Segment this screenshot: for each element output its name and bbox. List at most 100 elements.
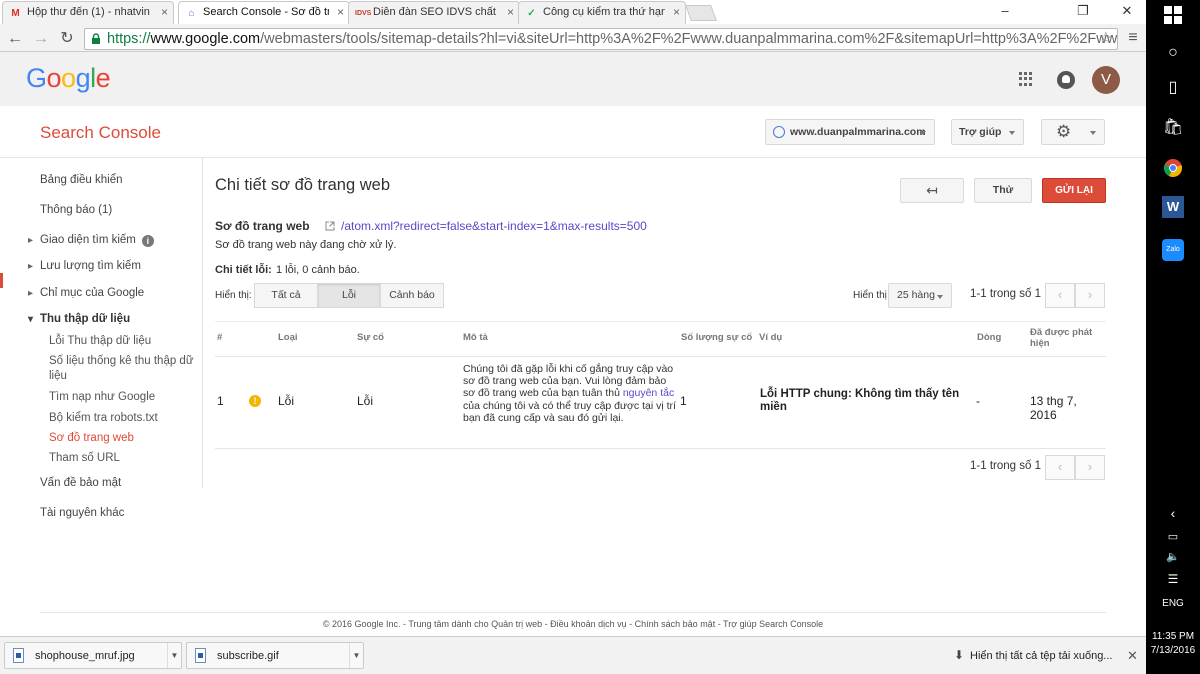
sidebar-item-search-traffic[interactable]: Lưu lượng tìm kiếm: [28, 259, 141, 274]
prev-page-button-bottom[interactable]: ‹: [1045, 455, 1075, 480]
sidebar-item-sitemaps[interactable]: Sơ đồ trang web: [49, 431, 197, 446]
action-center-icon[interactable]: ☰: [1160, 566, 1186, 592]
row-count: 1: [680, 394, 687, 408]
site-selector[interactable]: www.duanpalmmarina.com: [765, 119, 935, 145]
chevron-down-icon[interactable]: ▼: [167, 643, 181, 668]
sidebar-item-dashboard[interactable]: Bảng điều khiển: [40, 173, 122, 188]
zalo-icon[interactable]: Zalo: [1162, 239, 1184, 261]
sidebar-item-messages[interactable]: Thông báo (1): [40, 203, 112, 218]
table-row[interactable]: 1 ! Lỗi Lỗi Chúng tôi đã gặp lỗi khi cố …: [215, 357, 1106, 449]
sidebar-item-crawl[interactable]: Thu thập dữ liệu: [28, 312, 130, 327]
sitemap-url-link[interactable]: /atom.xml?redirect=false&start-index=1&m…: [341, 219, 647, 233]
resubmit-button[interactable]: GỬI LẠI: [1042, 178, 1106, 203]
word-icon[interactable]: W: [1162, 196, 1184, 218]
avatar[interactable]: V: [1092, 66, 1120, 94]
download-arrow-icon: ⬇: [954, 648, 965, 662]
filter-all-button[interactable]: Tất cả: [254, 283, 318, 308]
store-icon[interactable]: 🛍: [1160, 115, 1186, 141]
tab-search-console[interactable]: ⌂ Search Console - Sơ đồ tr ×: [178, 1, 350, 24]
filter-warnings-button[interactable]: Cảnh báo: [380, 283, 444, 308]
settings-dropdown[interactable]: ⚙: [1041, 119, 1105, 145]
rows-per-page-select[interactable]: 25 hàng: [888, 283, 952, 308]
restore-icon[interactable]: ❐: [1068, 2, 1098, 20]
minimize-icon[interactable]: –: [990, 2, 1020, 20]
sidebar-item-search-appearance[interactable]: Giao diện tìm kiếmi: [28, 233, 154, 248]
info-icon[interactable]: i: [141, 235, 154, 247]
close-tab-icon[interactable]: ×: [507, 5, 514, 19]
sidebar-item-security[interactable]: Vấn đề bảo mật: [40, 476, 121, 491]
external-link-icon[interactable]: [325, 221, 335, 231]
clock-time[interactable]: 11:35 PM: [1146, 631, 1200, 642]
show-all-downloads-link[interactable]: Hiển thị tất cả tệp tải xuống...: [970, 650, 1112, 662]
back-arrow-icon[interactable]: ←: [4, 29, 26, 49]
row-line: -: [976, 394, 980, 408]
back-button[interactable]: ↤: [900, 178, 964, 203]
help-dropdown[interactable]: Trợ giúp: [951, 119, 1024, 145]
download-item[interactable]: shophouse_mruf.jpg ▼: [4, 642, 182, 669]
row-issue: Lỗi: [357, 394, 374, 408]
filter-errors-button[interactable]: Lỗi: [317, 283, 381, 308]
tab-idvs[interactable]: IDVS Diễn đàn SEO IDVS chất l ×: [348, 1, 520, 24]
address-bar[interactable]: https://www.google.com/webmasters/tools/…: [84, 28, 1118, 50]
chrome-icon[interactable]: [1160, 155, 1186, 181]
sidebar-item-url-parameters[interactable]: Tham số URL: [49, 451, 197, 466]
sidebar-item-other-resources[interactable]: Tài nguyên khác: [40, 506, 124, 521]
chevron-down-icon: [937, 295, 943, 299]
test-button[interactable]: Thử: [974, 178, 1032, 203]
image-file-icon: [195, 648, 206, 663]
close-tab-icon[interactable]: ×: [161, 5, 168, 19]
lock-icon: [92, 33, 100, 44]
chevron-left-icon: ‹: [1057, 287, 1063, 302]
chevron-left-icon[interactable]: ‹: [1160, 500, 1186, 526]
forward-arrow-icon[interactable]: →: [30, 29, 52, 49]
sidebar-item-crawl-errors[interactable]: Lỗi Thu thập dữ liệu: [49, 334, 197, 349]
guidelines-link[interactable]: nguyên tắc: [623, 387, 674, 399]
column-header: Mô tả: [463, 332, 488, 343]
column-header[interactable]: Đã được phát hiện: [1030, 327, 1110, 349]
browser-menu-icon[interactable]: ≡: [1124, 29, 1142, 49]
task-view-icon[interactable]: ▯: [1160, 75, 1186, 101]
column-header[interactable]: Sự cố: [357, 332, 384, 343]
close-tab-icon[interactable]: ×: [337, 5, 344, 19]
tab-gmail[interactable]: M Hộp thư đến (1) - nhatvin ×: [2, 1, 174, 24]
table-header: # Loại Sự cố Mô tả Số lượng sự cố Ví dụ …: [215, 321, 1106, 357]
bookmark-star-icon[interactable]: ☆: [1099, 29, 1113, 49]
chevron-left-icon: ‹: [1057, 459, 1063, 474]
language-indicator[interactable]: ENG: [1146, 598, 1200, 609]
cortana-icon[interactable]: ○: [1160, 40, 1186, 66]
image-file-icon: [13, 648, 24, 663]
close-window-icon[interactable]: ✕: [1112, 2, 1142, 20]
google-logo[interactable]: Google: [26, 63, 111, 94]
new-tab-button[interactable]: [685, 5, 717, 21]
notifications-bell-icon[interactable]: [1057, 71, 1075, 89]
chevron-down-icon: [920, 131, 926, 135]
next-page-button[interactable]: ›: [1075, 283, 1105, 308]
tab-strip: M Hộp thư đến (1) - nhatvin × ⌂ Search C…: [0, 0, 1146, 24]
chevron-down-icon: [1009, 131, 1015, 135]
chevron-down-icon[interactable]: ▼: [349, 643, 363, 668]
prev-page-button[interactable]: ‹: [1045, 283, 1075, 308]
column-header[interactable]: #: [217, 332, 222, 343]
column-header[interactable]: Số lượng sự cố: [681, 332, 752, 343]
apps-grid-icon[interactable]: [1019, 72, 1033, 86]
sidebar-item-google-index[interactable]: Chỉ mục của Google: [28, 286, 144, 301]
back-arrow-icon: ↤: [926, 182, 938, 198]
reload-icon[interactable]: ↻: [56, 29, 78, 49]
clock-date[interactable]: 7/13/2016: [1146, 645, 1200, 656]
close-icon[interactable]: ✕: [1127, 648, 1138, 664]
sidebar-item-fetch-as-google[interactable]: Tìm nạp như Google: [49, 390, 197, 405]
column-header[interactable]: Dòng: [977, 332, 1001, 343]
download-item[interactable]: subscribe.gif ▼: [186, 642, 364, 669]
footer-links[interactable]: © 2016 Google Inc. - Trung tâm dành cho …: [0, 619, 1146, 629]
tab-rank-checker[interactable]: ✓ Công cụ kiểm tra thứ hạn ×: [518, 1, 686, 24]
column-header[interactable]: Loại: [278, 332, 298, 343]
sidebar-item-crawl-stats[interactable]: Số liệu thống kê thu thập dữ liệu: [49, 354, 197, 384]
filter-group: Tất cả Lỗi Cảnh báo: [254, 283, 444, 308]
check-icon: ✓: [527, 8, 536, 19]
sidebar-item-robots-tester[interactable]: Bộ kiểm tra robots.txt: [49, 411, 197, 426]
windows-start-icon[interactable]: [1160, 2, 1186, 28]
close-tab-icon[interactable]: ×: [673, 5, 680, 19]
page-title: Chi tiết sơ đồ trang web: [215, 176, 390, 194]
next-page-button-bottom[interactable]: ›: [1075, 455, 1105, 480]
app-title[interactable]: Search Console: [40, 123, 161, 143]
